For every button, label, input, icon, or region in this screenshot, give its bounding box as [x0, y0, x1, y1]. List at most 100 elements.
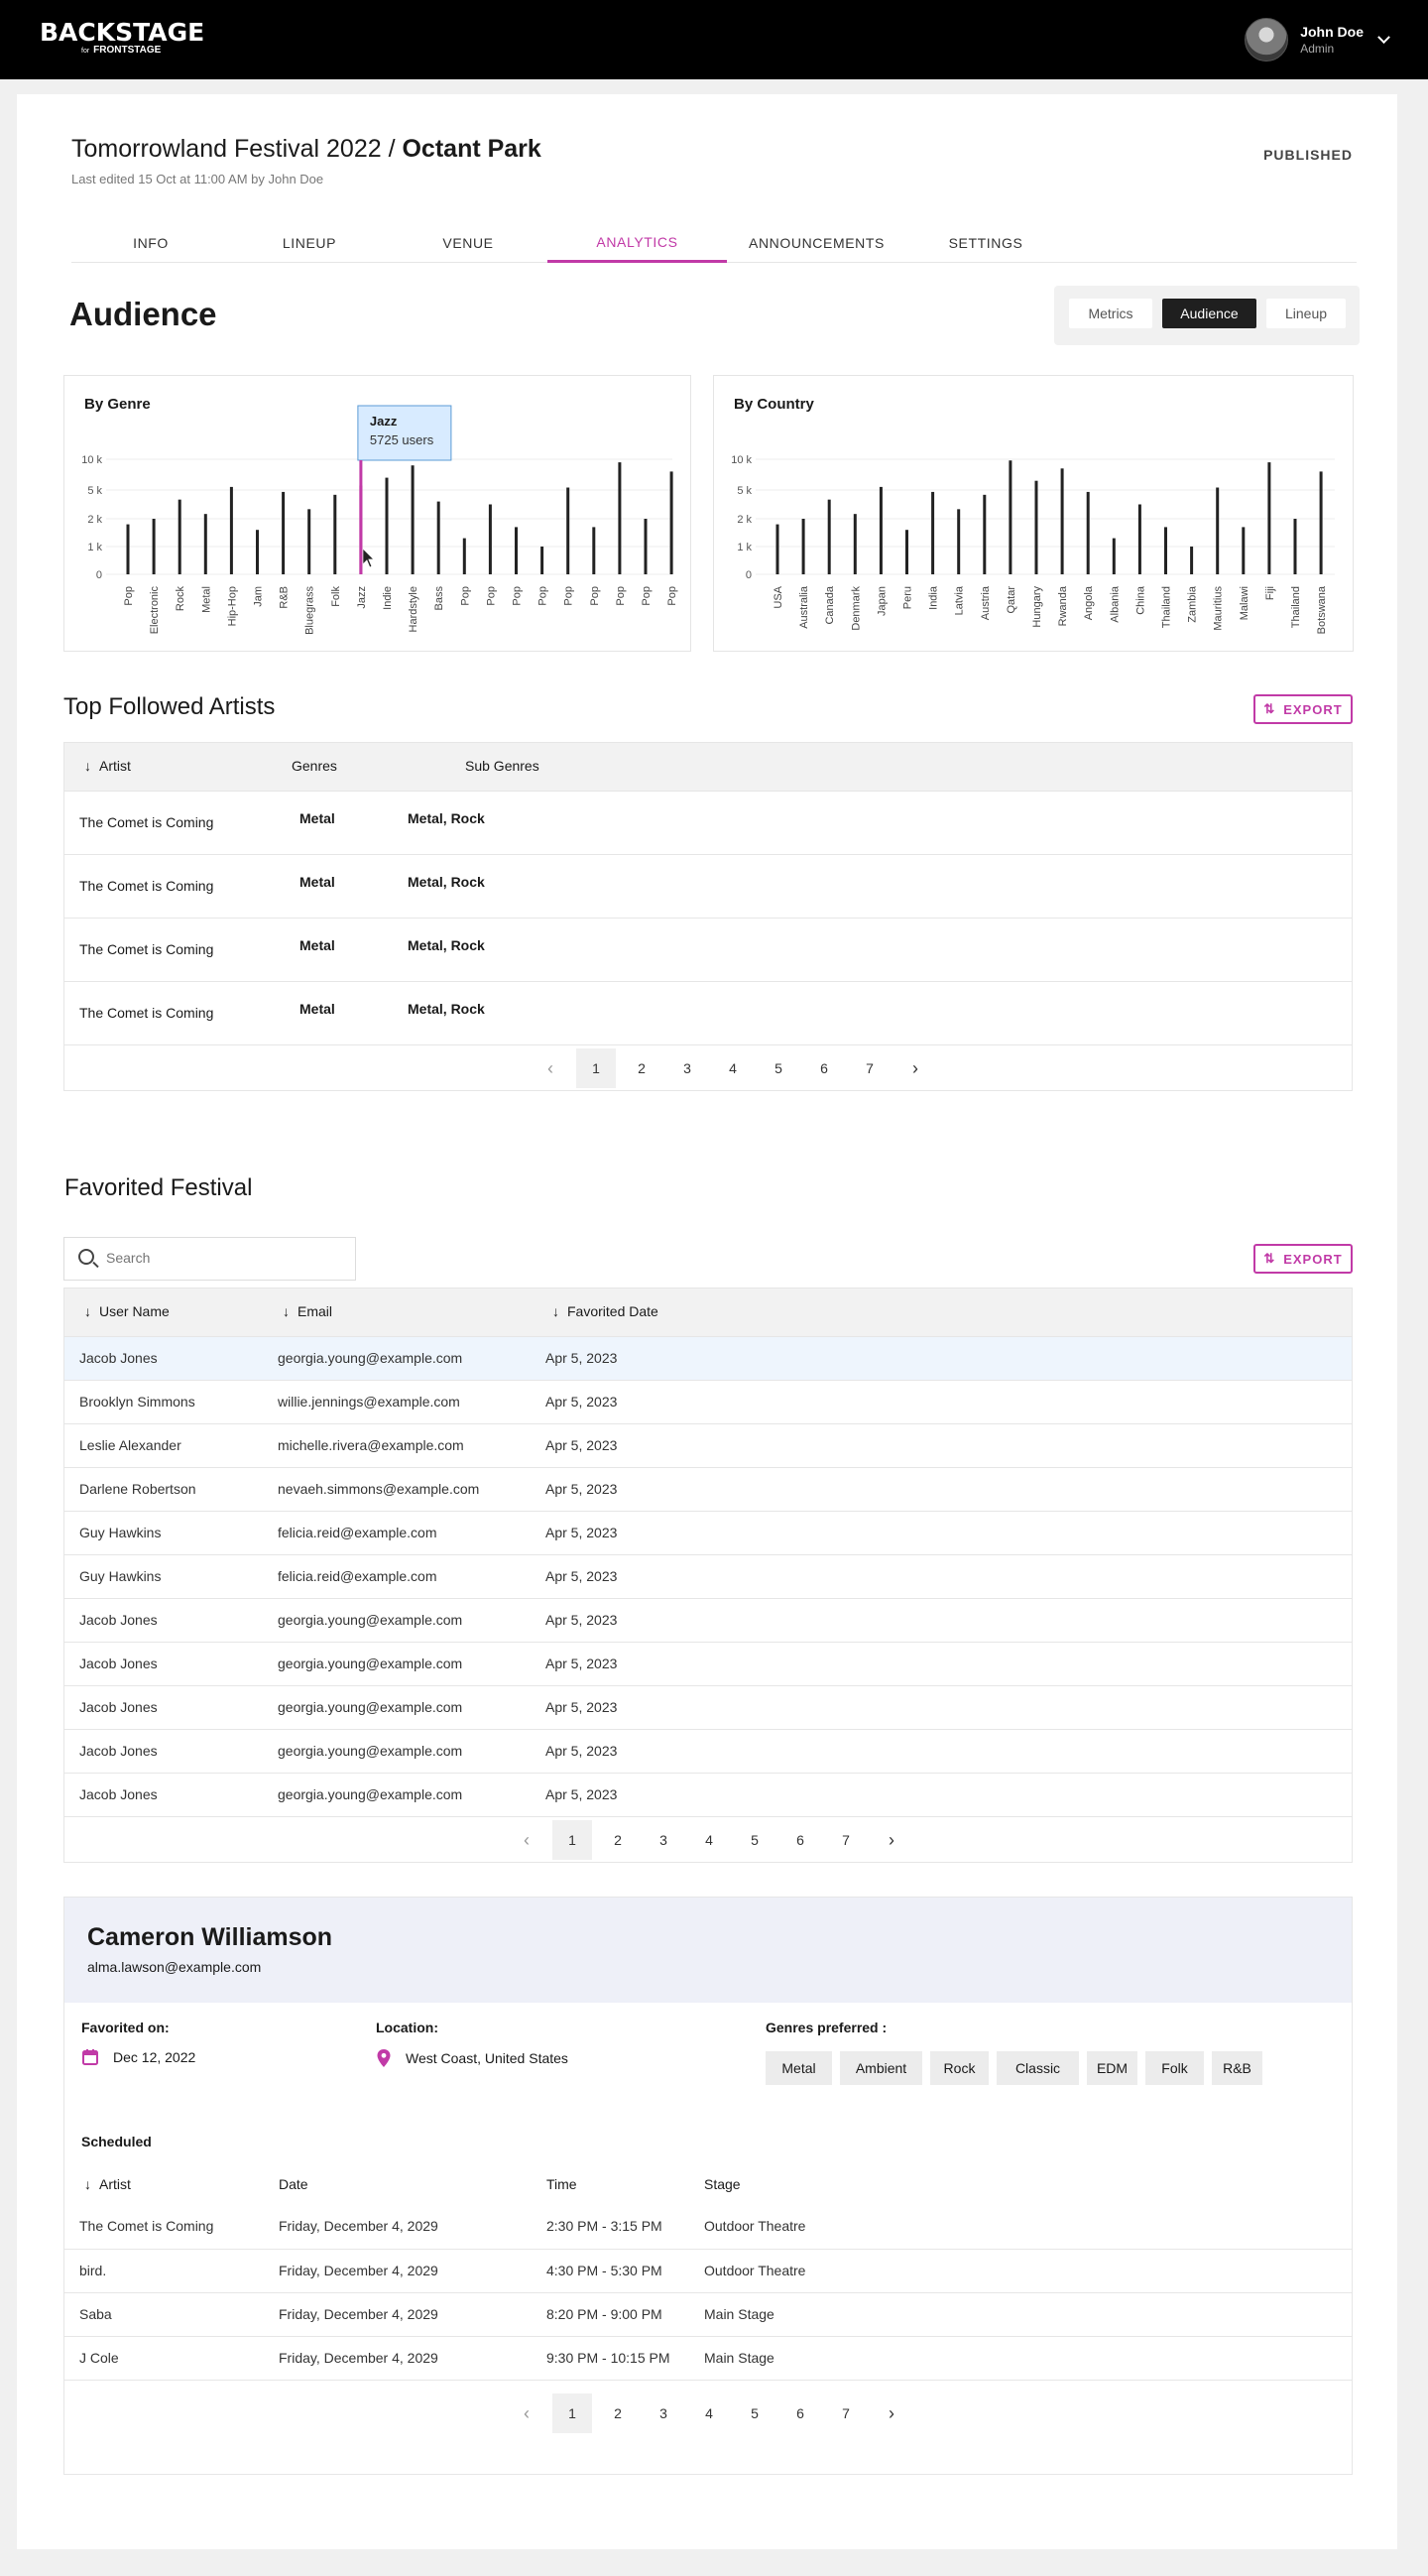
bar-pop[interactable]	[644, 519, 648, 574]
page-5-button[interactable]: 5	[759, 1048, 798, 1088]
bar-peru[interactable]	[905, 530, 908, 574]
bar-folk[interactable]	[333, 494, 337, 574]
tab-info[interactable]: INFO	[71, 223, 230, 263]
genre-chip[interactable]: Folk	[1145, 2051, 1204, 2085]
bar-canada[interactable]	[827, 499, 831, 574]
bar-hiphop[interactable]	[229, 486, 233, 574]
page-6-button[interactable]: 6	[804, 1048, 844, 1088]
genre-chip[interactable]: Rock	[930, 2051, 989, 2085]
page-2-button[interactable]: 2	[598, 1820, 638, 1860]
bar-hungary[interactable]	[1034, 480, 1038, 574]
bar-hardstyle[interactable]	[411, 465, 415, 574]
bar-japan[interactable]	[879, 486, 883, 574]
column-favorited-date[interactable]: ↓ Favorited Date	[552, 1303, 658, 1319]
table-row[interactable]: Jacob Jones georgia.young@example.com Apr …	[64, 1642, 1352, 1685]
bar-pop[interactable]	[462, 538, 466, 574]
table-row[interactable]: The Comet is Coming Metal Metal, Rock	[64, 854, 1352, 918]
genre-chip[interactable]: EDM	[1087, 2051, 1137, 2085]
table-row[interactable]: Guy Hawkins felicia.reid@example.com Apr 5…	[64, 1511, 1352, 1554]
table-row[interactable]: The Comet is Coming Metal Metal, Rock	[64, 981, 1352, 1044]
bar-pop[interactable]	[488, 504, 492, 575]
segment-lineup[interactable]: Lineup	[1266, 299, 1346, 328]
bar-indie[interactable]	[385, 477, 389, 574]
next-page-icon[interactable]: ›	[872, 1820, 911, 1860]
page-2-button[interactable]: 2	[622, 1048, 661, 1088]
bar-australia[interactable]	[801, 519, 805, 574]
page-1-button[interactable]: 1	[552, 1820, 592, 1860]
bar-pop[interactable]	[669, 471, 673, 574]
bar-qatar[interactable]	[1009, 460, 1012, 574]
tab-announcements[interactable]: ANNOUNCEMENTS	[727, 223, 906, 263]
bar-pop[interactable]	[618, 462, 622, 574]
backstage-logo[interactable]: BACKSTAGE for FRONTSTAGE	[40, 20, 204, 57]
bar-pop[interactable]	[592, 527, 596, 574]
page-3-button[interactable]: 3	[667, 1048, 707, 1088]
page-6-button[interactable]: 6	[780, 2393, 820, 2433]
table-row[interactable]: The Comet is Coming Metal Metal, Rock	[64, 791, 1352, 854]
page-2-button[interactable]: 2	[598, 2393, 638, 2433]
tab-analytics[interactable]: ANALYTICS	[547, 223, 727, 263]
export-artists-button[interactable]: ⇅ EXPORT	[1253, 694, 1353, 724]
column-time[interactable]: Time	[546, 2176, 577, 2192]
bar-rb[interactable]	[282, 491, 286, 574]
table-row[interactable]: Jacob Jones georgia.young@example.com Apr …	[64, 1729, 1352, 1773]
column-sub-genres[interactable]: Sub Genres	[465, 758, 539, 774]
column-date[interactable]: Date	[279, 2176, 308, 2192]
page-1-button[interactable]: 1	[552, 2393, 592, 2433]
column-stage[interactable]: Stage	[704, 2176, 741, 2192]
search-field[interactable]	[63, 1237, 356, 1281]
table-row[interactable]: Darlene Robertson nevaeh.simmons@example.…	[64, 1467, 1352, 1511]
bar-india[interactable]	[931, 491, 935, 574]
genre-chip[interactable]: Metal	[766, 2051, 832, 2085]
page-4-button[interactable]: 4	[713, 1048, 753, 1088]
bar-pop[interactable]	[540, 547, 544, 574]
table-row[interactable]: The Comet is Coming Metal Metal, Rock	[64, 918, 1352, 981]
tab-lineup[interactable]: LINEUP	[230, 223, 389, 263]
column-email[interactable]: ↓ Email	[283, 1303, 332, 1319]
table-row[interactable]: Jacob Jones georgia.young@example.com Apr …	[64, 1336, 1352, 1380]
bar-denmark[interactable]	[853, 514, 857, 574]
bar-thailand[interactable]	[1164, 527, 1167, 574]
column-artist[interactable]: ↓ Artist	[84, 758, 131, 774]
bar-pop[interactable]	[126, 524, 130, 574]
table-row[interactable]: Brooklyn Simmons willie.jennings@example.…	[64, 1380, 1352, 1423]
bar-angola[interactable]	[1086, 491, 1090, 574]
bar-rwanda[interactable]	[1060, 468, 1064, 574]
prev-page-icon[interactable]: ‹	[507, 2393, 546, 2433]
bar-jam[interactable]	[256, 530, 259, 574]
bar-usa[interactable]	[775, 524, 779, 574]
page-7-button[interactable]: 7	[850, 1048, 890, 1088]
next-page-icon[interactable]: ›	[895, 1048, 935, 1088]
page-7-button[interactable]: 7	[826, 2393, 866, 2433]
bar-bluegrass[interactable]	[307, 509, 311, 574]
bar-china[interactable]	[1137, 504, 1141, 575]
bar-malawi[interactable]	[1242, 527, 1246, 574]
page-4-button[interactable]: 4	[689, 2393, 729, 2433]
segment-audience[interactable]: Audience	[1162, 299, 1256, 328]
table-row[interactable]: The Comet is Coming Friday, December 4, 2…	[64, 2205, 1352, 2249]
bar-bass[interactable]	[436, 501, 440, 574]
genre-chip[interactable]: R&B	[1212, 2051, 1262, 2085]
column-user-name[interactable]: ↓ User Name	[84, 1303, 170, 1319]
page-1-button[interactable]: 1	[576, 1048, 616, 1088]
user-menu[interactable]: John Doe Admin	[1245, 17, 1390, 62]
segment-metrics[interactable]: Metrics	[1069, 299, 1152, 328]
bar-thailand[interactable]	[1293, 519, 1297, 574]
table-row[interactable]: J Cole Friday, December 4, 2029 9:30 PM - …	[64, 2336, 1352, 2380]
bar-pop[interactable]	[566, 487, 570, 574]
tab-settings[interactable]: SETTINGS	[906, 223, 1065, 263]
page-3-button[interactable]: 3	[644, 2393, 683, 2433]
page-6-button[interactable]: 6	[780, 1820, 820, 1860]
column-artist[interactable]: ↓ Artist	[84, 2176, 131, 2192]
prev-page-icon[interactable]: ‹	[531, 1048, 570, 1088]
bar-albania[interactable]	[1112, 538, 1116, 574]
bar-mauritius[interactable]	[1216, 487, 1220, 574]
bar-pop[interactable]	[515, 527, 518, 574]
table-row[interactable]: Saba Friday, December 4, 2029 8:20 PM - 9:…	[64, 2292, 1352, 2336]
table-row[interactable]: Guy Hawkins felicia.reid@example.com Apr 5…	[64, 1554, 1352, 1598]
table-row[interactable]: bird. Friday, December 4, 2029 4:30 PM - 5…	[64, 2249, 1352, 2292]
table-row[interactable]: Leslie Alexander michelle.rivera@example.…	[64, 1423, 1352, 1467]
column-genres[interactable]: Genres	[292, 758, 337, 774]
bar-metal[interactable]	[203, 514, 207, 574]
search-input[interactable]	[106, 1250, 334, 1266]
